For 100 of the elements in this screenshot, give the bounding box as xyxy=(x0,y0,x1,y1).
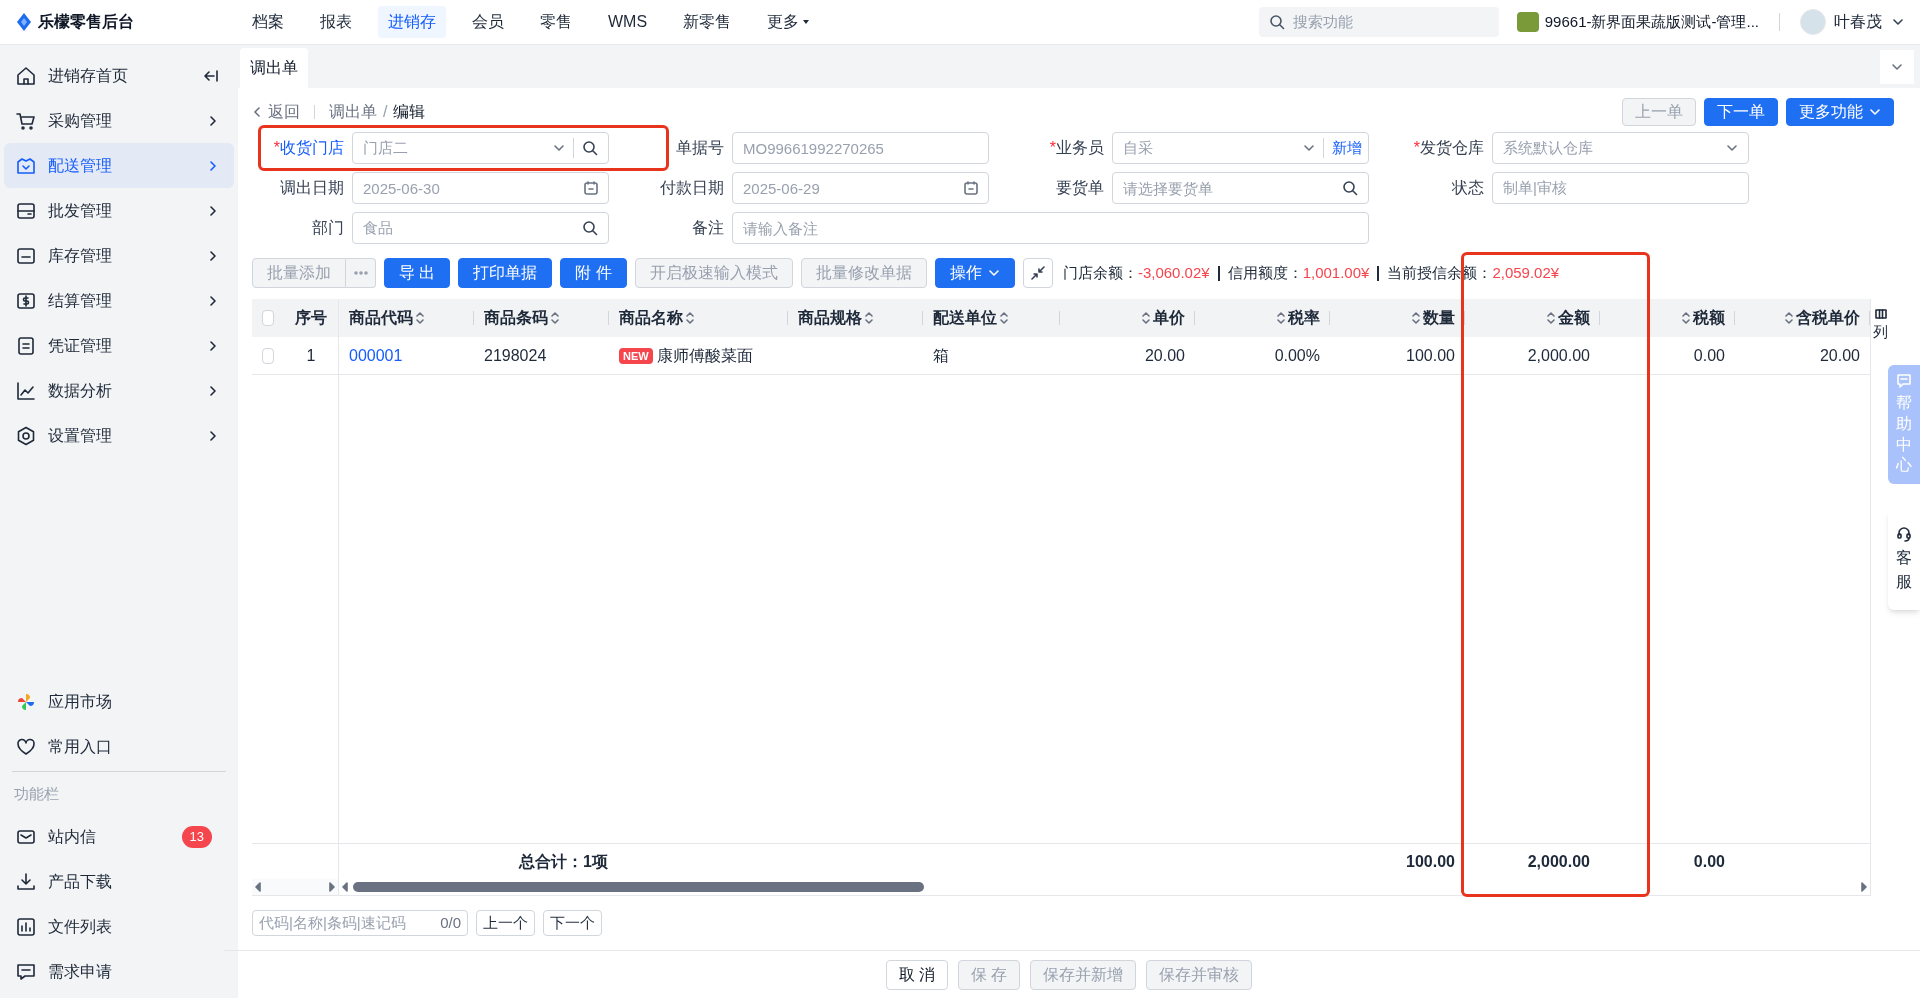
table-cell-text: 0.00 xyxy=(1693,345,1725,366)
breadcrumb-link[interactable]: 调出单 xyxy=(329,100,377,124)
column-header[interactable]: 序号 xyxy=(295,306,327,330)
dropdown-button[interactable]: 操作 xyxy=(934,258,1015,288)
tray-icon xyxy=(16,245,36,266)
gear-icon xyxy=(16,425,36,446)
chevron-down-icon xyxy=(1726,142,1738,154)
chevron-right-icon xyxy=(208,204,218,217)
chevron-right-icon xyxy=(208,429,218,442)
sidebar-item[interactable]: 结算管理 xyxy=(4,278,234,323)
breadcrumb-separator: / xyxy=(383,102,388,122)
dropdown-button[interactable]: 更多功能 xyxy=(1786,98,1894,126)
column-header[interactable]: 金额 xyxy=(1546,306,1590,330)
field-label: 付款日期 xyxy=(659,178,724,198)
column-header[interactable]: 商品规格 xyxy=(798,306,874,330)
match-count: 0/0 xyxy=(440,912,461,933)
find-field[interactable]: 代码|名称|条码|速记码 0/0 xyxy=(252,910,468,936)
column-header[interactable]: 含税单价 xyxy=(1784,306,1860,330)
nav-tab[interactable]: 零售 xyxy=(530,6,582,38)
input-field[interactable]: 请选择要货单 xyxy=(1112,172,1369,204)
column-header[interactable]: 税率 xyxy=(1276,306,1320,330)
nav-tab[interactable]: 报表 xyxy=(310,6,362,38)
nav-tab[interactable]: 会员 xyxy=(462,6,514,38)
sidebar-item[interactable]: 产品下载 xyxy=(4,859,234,904)
balance-label: 门店余额： xyxy=(1062,262,1138,283)
chevron-down-icon xyxy=(1892,16,1904,28)
table-cell-text: 100.00 xyxy=(1406,345,1455,366)
sidebar-item[interactable]: 凭证管理 xyxy=(4,323,234,368)
column-header[interactable]: 配送单位 xyxy=(933,306,1009,330)
sidebar-item[interactable]: 需求申请 xyxy=(4,949,234,994)
more-icon xyxy=(353,271,368,275)
scrollbar-thumb[interactable] xyxy=(353,882,925,892)
button[interactable]: 导 出 xyxy=(384,258,451,288)
store-thumbnail xyxy=(1516,12,1539,32)
chat-icon xyxy=(1896,373,1912,389)
pinwheel-icon xyxy=(16,691,36,712)
sort-icon xyxy=(1141,311,1151,325)
add-link[interactable]: 新增 xyxy=(1332,136,1362,160)
download-icon xyxy=(16,871,36,892)
button[interactable]: 打印单据 xyxy=(458,258,553,288)
nav-tab[interactable]: WMS xyxy=(598,6,658,38)
button[interactable]: 附 件 xyxy=(560,258,627,288)
table-cell-text: 康师傅酸菜面 xyxy=(656,345,753,366)
collapse-button[interactable] xyxy=(1022,258,1053,288)
table-cell-text: 20.00 xyxy=(1819,345,1860,366)
column-header[interactable]: 商品代码 xyxy=(349,306,425,330)
nav-tab[interactable]: 进销存 xyxy=(378,6,446,38)
sidebar-item[interactable]: 批发管理 xyxy=(4,188,234,233)
chevron-right-icon xyxy=(208,384,218,397)
field-label: *收货门店 xyxy=(272,138,344,158)
search-icon xyxy=(1342,180,1358,196)
shrink-arrows-icon xyxy=(1030,266,1045,280)
column-settings-button[interactable]: 列 xyxy=(1873,309,1888,344)
back-link[interactable]: 返回 xyxy=(252,100,300,124)
chevron-left-icon xyxy=(252,106,262,118)
total-label: 总合计：1项 xyxy=(519,851,608,872)
nav-tab[interactable]: 更多 xyxy=(757,6,821,38)
input-field[interactable]: 请输入备注 xyxy=(732,212,1369,244)
avatar[interactable] xyxy=(1800,9,1826,35)
line-chart-icon xyxy=(16,380,36,401)
column-header[interactable]: 单价 xyxy=(1141,306,1185,330)
button[interactable]: 下一个 xyxy=(543,910,602,936)
sort-icon xyxy=(550,311,560,325)
store-name[interactable]: 99661-新界面果蔬版测试-管理... xyxy=(1544,10,1759,34)
sidebar-item[interactable]: 库存管理 xyxy=(4,233,234,278)
scroll-left-icon xyxy=(254,882,262,892)
search-icon xyxy=(582,220,598,236)
column-header[interactable]: 税额 xyxy=(1681,306,1725,330)
sort-icon xyxy=(1276,311,1286,325)
sidebar-item[interactable]: 进销存首页 xyxy=(4,53,234,98)
checkbox[interactable] xyxy=(262,347,274,364)
dollar-icon xyxy=(16,290,36,311)
sidebar-item[interactable]: 站内信 13 xyxy=(4,814,234,859)
product-code-link[interactable]: 000001 xyxy=(349,343,403,368)
sidebar-item[interactable]: 采购管理 xyxy=(4,98,234,143)
checkbox[interactable] xyxy=(262,310,274,326)
button[interactable]: 取 消 xyxy=(885,959,948,990)
user-name[interactable]: 叶春茂 xyxy=(1834,10,1882,34)
sidebar-link[interactable]: 常用入口 xyxy=(4,724,234,769)
scroll-left-icon xyxy=(341,882,349,892)
button[interactable]: 上一个 xyxy=(476,910,535,936)
table-cell-text: 2,000.00 xyxy=(1527,345,1590,366)
sidebar-item[interactable]: 配送管理 xyxy=(4,143,234,188)
column-header[interactable]: 数量 xyxy=(1411,306,1455,330)
sidebar-item[interactable]: 设置管理 xyxy=(4,413,234,458)
page-tab[interactable]: 调出单 xyxy=(240,48,308,88)
customer-service-tab[interactable]: 客服 xyxy=(1888,510,1920,610)
nav-tab[interactable]: 新零售 xyxy=(673,6,742,38)
sidebar-item[interactable]: 数据分析 xyxy=(4,368,234,413)
sort-icon xyxy=(864,311,874,325)
nav-tab[interactable]: 档案 xyxy=(242,6,294,38)
button[interactable]: 下一单 xyxy=(1704,98,1778,126)
sidebar-link[interactable]: 应用市场 xyxy=(4,679,234,724)
package-icon xyxy=(16,155,36,176)
sort-icon xyxy=(685,311,695,325)
column-header[interactable]: 商品名称 xyxy=(619,306,695,330)
sidebar-item[interactable]: 文件列表 xyxy=(4,904,234,949)
chevron-down-icon xyxy=(987,267,1000,279)
tab-menu-button[interactable] xyxy=(1880,49,1914,84)
column-header[interactable]: 商品条码 xyxy=(484,306,560,330)
